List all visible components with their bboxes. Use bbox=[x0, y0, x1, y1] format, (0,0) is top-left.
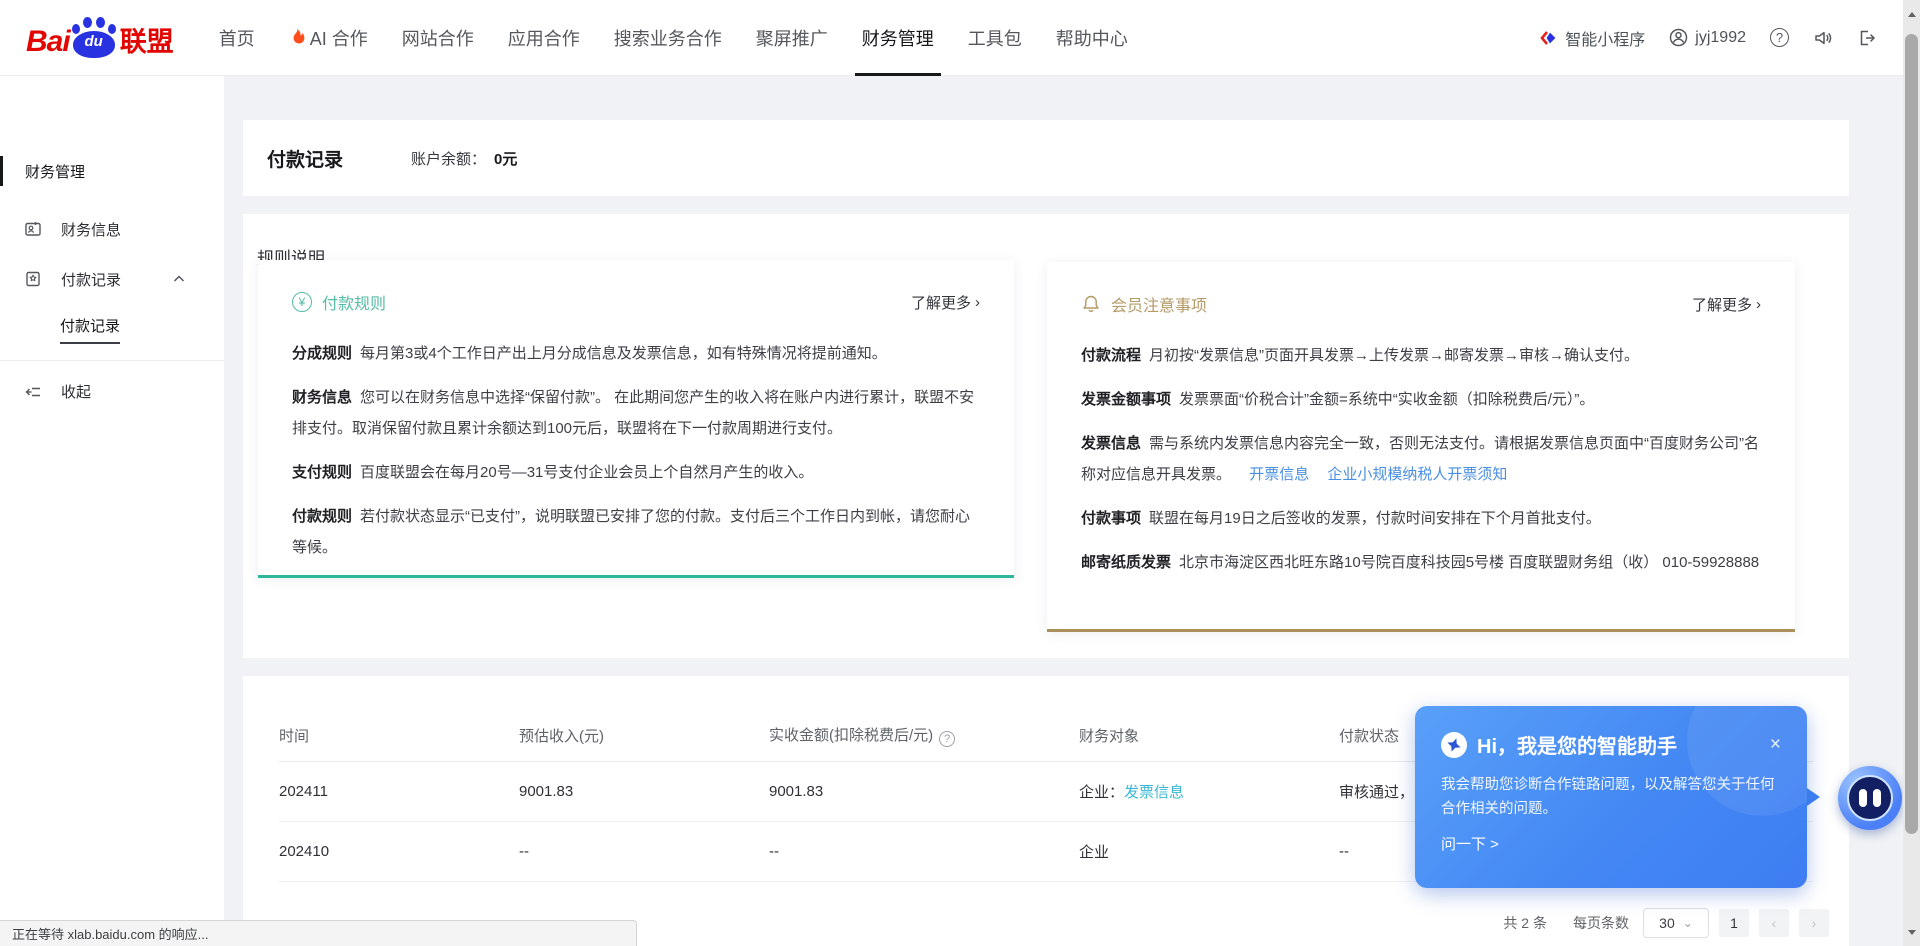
baidu-paw-icon: du bbox=[71, 17, 117, 59]
sidebar-subitem-payment-records[interactable]: 付款记录 bbox=[0, 312, 224, 346]
main-menu: 首页 AI 合作 网站合作 应用合作 搜索业务合作 聚屏推广 财务管理 工具包 … bbox=[202, 0, 1145, 76]
cell-time: 202410 bbox=[279, 843, 519, 860]
collapse-icon bbox=[24, 383, 42, 401]
sidebar-divider bbox=[0, 360, 224, 361]
baidu-union-logo[interactable]: Bai du 联盟 bbox=[26, 17, 174, 59]
col-header-finance-object: 财务对象 bbox=[1079, 725, 1339, 746]
user-icon bbox=[1669, 28, 1688, 47]
close-icon[interactable]: × bbox=[1770, 735, 1781, 754]
menu-item-search-business[interactable]: 搜索业务合作 bbox=[597, 0, 739, 76]
assistant-ask-link[interactable]: 问一下 > bbox=[1441, 833, 1781, 854]
scrollbar-thumb[interactable] bbox=[1905, 34, 1918, 834]
total-count: 共 2 条 bbox=[1503, 913, 1547, 933]
payment-rules-more-link[interactable]: 了解更多 › bbox=[911, 292, 980, 313]
col-header-actual: 实收金额(扣除税费后/元)? bbox=[769, 724, 1079, 747]
small-taxpayer-guide-link[interactable]: 企业小规模纳税人开票须知 bbox=[1327, 466, 1507, 483]
robot-face-icon bbox=[1847, 775, 1893, 821]
assistant-title: Hi，我是您的智能助手 bbox=[1477, 730, 1677, 759]
sidebar: 财务管理 财务信息 付款记录 付款记录 收起 bbox=[0, 76, 224, 946]
cell-estimated: -- bbox=[519, 843, 769, 860]
col-header-estimated: 预估收入(元) bbox=[519, 725, 769, 746]
caret-down-icon: ⌄ bbox=[1683, 916, 1693, 930]
mini-program-link[interactable]: 智能小程序 bbox=[1540, 26, 1645, 50]
sidebar-item-finance-info[interactable]: 财务信息 bbox=[0, 212, 224, 246]
pagination: 共 2 条 每页条数 30 ⌄ 1 ‹ › bbox=[1503, 908, 1829, 938]
top-nav: Bai du 联盟 首页 AI 合作 网站合作 应用合作 搜索业务合作 聚屏推广… bbox=[0, 0, 1903, 76]
status-text: 正在等待 xlab.baidu.com 的响应... bbox=[12, 924, 209, 943]
per-page-label: 每页条数 bbox=[1573, 913, 1629, 933]
cell-actual: 9001.83 bbox=[769, 783, 1079, 800]
sidebar-section-finance: 财务管理 bbox=[0, 154, 224, 188]
tooltip-question-icon[interactable]: ? bbox=[939, 731, 955, 747]
rule-paragraph: 付款规则若付款状态显示“已支付”，说明联盟已安排了您的付款。支付后三个工作日内到… bbox=[292, 501, 980, 563]
cell-time: 202411 bbox=[279, 783, 519, 800]
cell-estimated: 9001.83 bbox=[519, 783, 769, 800]
sidebar-item-payment-records[interactable]: 付款记录 bbox=[0, 262, 224, 296]
rule-paragraph: 发票金额事项发票票面“价税合计”金额=系统中“实收金额（扣除税费后/元）”。 bbox=[1081, 384, 1761, 415]
nav-right-controls: 智能小程序 jyj1992 ? bbox=[1540, 26, 1877, 50]
invoice-info-link[interactable]: 开票信息 bbox=[1249, 466, 1309, 483]
member-notes-title: 会员注意事项 bbox=[1111, 292, 1207, 316]
menu-item-screen-ads[interactable]: 聚屏推广 bbox=[739, 0, 845, 76]
cell-actual: -- bbox=[769, 843, 1079, 860]
rule-paragraph: 邮寄纸质发票北京市海淀区西北旺东路10号院百度科技园5号楼 百度联盟财务组（收）… bbox=[1081, 547, 1761, 578]
rule-paragraph: 支付规则百度联盟会在每月20号—31号支付企业会员上个自然月产生的收入。 bbox=[292, 457, 980, 488]
menu-item-toolkit[interactable]: 工具包 bbox=[951, 0, 1039, 76]
col-header-time: 时间 bbox=[279, 725, 519, 746]
help-icon[interactable]: ? bbox=[1770, 28, 1789, 47]
page-header-card: 付款记录 账户余额：0元 bbox=[243, 120, 1849, 196]
rule-paragraph: 付款流程月初按“发票信息”页面开具发票→上传发票→邮寄发票→审核→确认支付。 bbox=[1081, 340, 1761, 371]
rules-section-card: 规则说明 ¥ 付款规则 了解更多 › 分成规则每月第3或4个工作日产出上月分成信… bbox=[243, 214, 1849, 658]
account-balance: 账户余额：0元 bbox=[411, 148, 517, 169]
mini-program-icon bbox=[1540, 29, 1558, 47]
cell-finance-object: 企业 bbox=[1079, 841, 1339, 862]
chevron-right-icon: › bbox=[975, 294, 980, 311]
payment-rules-title: 付款规则 bbox=[322, 290, 386, 314]
assistant-message: 我会帮助您诊断合作链路问题，以及解答您关于任何合作相关的问题。 bbox=[1441, 773, 1777, 821]
assistant-popup: Hi，我是您的智能助手 × 我会帮助您诊断合作链路问题，以及解答您关于任何合作相… bbox=[1415, 706, 1807, 888]
menu-item-app[interactable]: 应用合作 bbox=[491, 0, 597, 76]
scrollbar[interactable] bbox=[1903, 0, 1920, 946]
payment-rules-card: ¥ 付款规则 了解更多 › 分成规则每月第3或4个工作日产出上月分成信息及发票信… bbox=[258, 260, 1014, 578]
menu-item-help[interactable]: 帮助中心 bbox=[1039, 0, 1145, 76]
next-page-button[interactable]: › bbox=[1799, 909, 1829, 937]
invoice-info-cell-link[interactable]: 发票信息 bbox=[1124, 784, 1184, 801]
bell-icon bbox=[1081, 294, 1101, 314]
page-number-button[interactable]: 1 bbox=[1719, 909, 1749, 937]
member-notes-more-link[interactable]: 了解更多 › bbox=[1692, 294, 1761, 315]
rule-paragraph: 财务信息您可以在财务信息中选择“保留付款”。 在此期间您产生的收入将在账户内进行… bbox=[292, 382, 980, 444]
logo-text-union: 联盟 bbox=[120, 20, 174, 59]
logout-icon[interactable] bbox=[1857, 28, 1877, 48]
flame-icon bbox=[289, 28, 305, 48]
logo-text-bai: Bai bbox=[26, 25, 70, 59]
menu-item-ai[interactable]: AI 合作 bbox=[272, 0, 385, 76]
balance-value: 0元 bbox=[494, 151, 517, 168]
sidebar-collapse-button[interactable]: 收起 bbox=[0, 381, 224, 402]
menu-item-website[interactable]: 网站合作 bbox=[385, 0, 491, 76]
rule-paragraph: 发票信息需与系统内发票信息内容完全一致，否则无法支付。请根据发票信息页面中“百度… bbox=[1081, 428, 1761, 490]
scroll-down-arrow[interactable] bbox=[1903, 924, 1920, 941]
finance-info-icon bbox=[24, 220, 42, 238]
menu-item-finance[interactable]: 财务管理 bbox=[845, 0, 951, 76]
assistant-compass-icon bbox=[1441, 732, 1467, 758]
rule-paragraph: 付款事项联盟在每月19日之后签收的发票，付款时间安排在下个月首批支付。 bbox=[1081, 503, 1761, 534]
per-page-select[interactable]: 30 ⌄ bbox=[1643, 908, 1709, 938]
coin-yen-icon: ¥ bbox=[292, 292, 312, 312]
user-account[interactable]: jyj1992 bbox=[1669, 28, 1746, 47]
payment-records-icon bbox=[24, 270, 42, 288]
chevron-right-icon: › bbox=[1756, 296, 1761, 313]
page-title: 付款记录 bbox=[267, 145, 343, 172]
assistant-robot-avatar[interactable] bbox=[1838, 766, 1902, 830]
announcement-speaker-icon[interactable] bbox=[1813, 28, 1833, 48]
chevron-up-icon[interactable] bbox=[172, 272, 186, 286]
prev-page-button[interactable]: ‹ bbox=[1759, 909, 1789, 937]
scroll-up-arrow[interactable] bbox=[1903, 6, 1920, 23]
cell-finance-object: 企业：发票信息 bbox=[1079, 781, 1339, 802]
rule-paragraph: 分成规则每月第3或4个工作日产出上月分成信息及发票信息，如有特殊情况将提前通知。 bbox=[292, 338, 980, 369]
member-notes-card: 会员注意事项 了解更多 › 付款流程月初按“发票信息”页面开具发票→上传发票→邮… bbox=[1047, 262, 1795, 632]
browser-status-bar: 正在等待 xlab.baidu.com 的响应... bbox=[0, 920, 637, 946]
menu-item-home[interactable]: 首页 bbox=[202, 0, 272, 76]
